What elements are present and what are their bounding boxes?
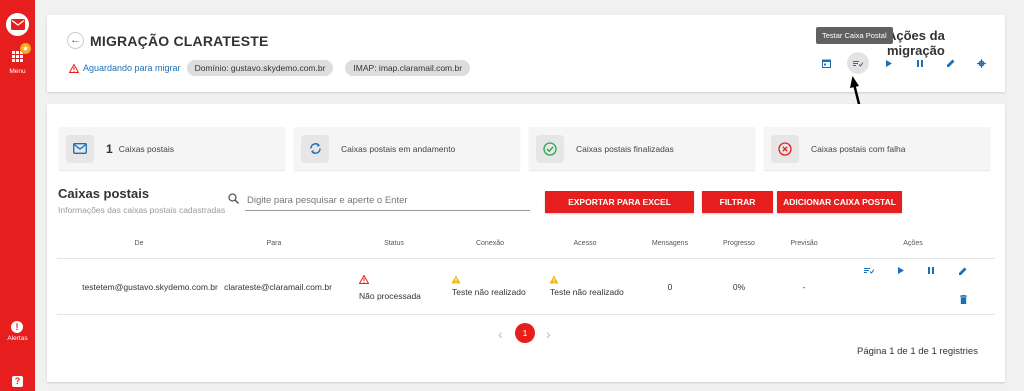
column-header-acesso: Acesso (573, 240, 597, 247)
next-page-button[interactable]: › (546, 326, 551, 342)
add-mailbox-button[interactable]: ADICIONAR CAIXA POSTAL (777, 191, 902, 213)
calendar-icon[interactable] (811, 52, 842, 74)
test-mailbox-icon[interactable] (846, 52, 869, 74)
section-title: Caixas postais (58, 186, 150, 201)
export-excel-button[interactable]: EXPORTAR PARA EXCEL (545, 191, 694, 213)
stat-card-in-progress: Caixas postais em andamento (294, 127, 520, 170)
column-header-mensagens: Mensagens (651, 240, 689, 247)
edit-icon[interactable] (956, 267, 970, 277)
delete-icon[interactable] (956, 295, 970, 306)
column-header-de: De (134, 240, 144, 247)
error-circle-icon (771, 134, 799, 163)
alert-icon: ! (11, 321, 23, 333)
back-button[interactable]: ← (67, 32, 84, 49)
migration-actions (811, 52, 997, 74)
domain-chip: Domínio: gustavo.skydemo.com.br (186, 60, 334, 76)
column-header-para: Para (266, 240, 282, 247)
tooltip: Testar Caixa Postal (816, 27, 893, 44)
table-divider (57, 258, 995, 259)
stat-count: 1 (106, 141, 113, 156)
connection-warning-icon (451, 275, 461, 284)
warning-icon (69, 63, 79, 73)
help-icon[interactable]: ? (12, 376, 23, 387)
play-icon[interactable] (873, 52, 904, 74)
migration-status: Aguardando para migrar (83, 63, 181, 73)
stat-label: Caixas postais com falha (811, 143, 906, 154)
app-logo[interactable] (6, 13, 29, 36)
prev-page-button[interactable]: ‹ (498, 326, 503, 342)
play-icon[interactable] (894, 267, 908, 276)
cell-mensagens: 0 (667, 282, 673, 292)
alerts-label: Alertas (7, 335, 28, 342)
stat-label: Caixas postais em andamento (341, 143, 456, 154)
stat-card-finished: Caixas postais finalizadas (529, 127, 755, 170)
pagination-info: Página 1 de 1 de 1 registries (857, 346, 978, 357)
stat-label: Caixas postais finalizadas (576, 143, 674, 154)
search-icon (228, 193, 239, 204)
mailboxes-panel: 1 Caixas postais Caixas postais em andam… (47, 104, 1005, 382)
check-circle-icon (536, 134, 564, 163)
cell-previsao: - (802, 282, 806, 292)
mail-icon (66, 134, 94, 163)
sync-icon (301, 134, 329, 163)
migration-status-line: Aguardando para migrar Domínio: gustavo.… (69, 60, 482, 76)
cell-status: Não processada (359, 291, 421, 301)
cell-conexao: Teste não realizado (452, 287, 526, 297)
star-badge-icon: ★ (20, 43, 31, 54)
alerts-button[interactable]: ! Alertas (0, 318, 35, 348)
section-subtitle: Informações das caixas postais cadastrad… (58, 205, 226, 215)
imap-chip: IMAP: imap.claramail.com.br (345, 60, 471, 76)
test-mailbox-icon[interactable] (862, 267, 876, 276)
cell-acesso: Teste não realizado (550, 287, 624, 297)
gear-icon[interactable] (966, 52, 997, 74)
page-1-button[interactable]: 1 (515, 323, 535, 343)
page-title: MIGRAÇÃO CLARATESTE (90, 33, 269, 49)
stat-label: Caixas postais (118, 143, 174, 154)
column-header-conexao: Conexão (475, 240, 505, 247)
cell-progresso: 0% (732, 282, 746, 292)
status-warning-icon (359, 275, 369, 284)
column-header-acoes: Ações (903, 240, 923, 247)
mail-logo-icon (10, 19, 25, 30)
menu-label: Menu (9, 68, 26, 75)
edit-icon[interactable] (935, 52, 966, 74)
stat-card-failed: Caixas postais com falha (764, 127, 990, 170)
column-header-status: Status (384, 240, 404, 247)
pause-icon[interactable] (904, 52, 935, 74)
pause-icon[interactable] (924, 267, 938, 276)
column-header-previsao: Previsão (790, 240, 818, 247)
table-divider (57, 314, 995, 315)
column-header-progresso: Progresso (723, 240, 755, 247)
cell-para: clarateste@claramail.com.br (224, 282, 332, 292)
sidebar: ★ Menu ! Alertas ? (0, 0, 35, 391)
cell-de: testetem@gustavo.skydemo.com.br (82, 282, 218, 292)
menu-button[interactable]: ★ Menu (0, 43, 35, 80)
stat-card-total: 1 Caixas postais (59, 127, 285, 170)
access-warning-icon (549, 275, 559, 284)
search-input[interactable] (245, 190, 530, 211)
filter-button[interactable]: FILTRAR (702, 191, 773, 213)
